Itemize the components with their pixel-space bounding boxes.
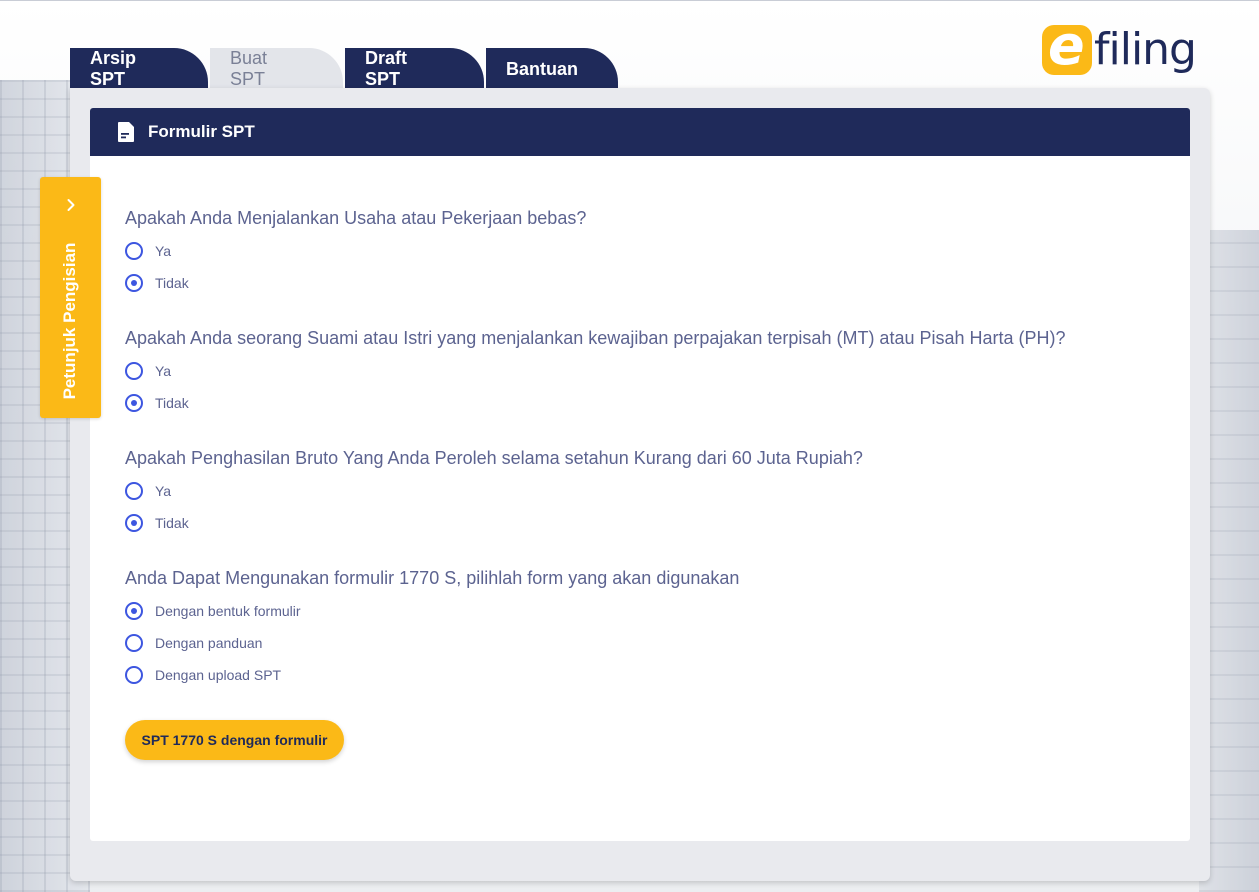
radio-button[interactable] — [125, 362, 143, 380]
tab-buat-spt[interactable]: Buat SPT — [210, 48, 343, 90]
option-label: Tidak — [155, 395, 189, 411]
main-tabs: Arsip SPT Buat SPT Draft SPT Bantuan — [70, 48, 620, 90]
question-3-text: Apakah Penghasilan Bruto Yang Anda Perol… — [125, 448, 863, 468]
form-card: Formulir SPT Apakah Anda Menjalankan Usa… — [90, 108, 1190, 841]
radio-button[interactable] — [125, 666, 143, 684]
radio-button-checked[interactable] — [125, 274, 143, 292]
logo-letter: e — [1048, 14, 1085, 77]
efiling-logo: e filing — [1042, 19, 1197, 80]
option-label: Tidak — [155, 515, 189, 531]
question-1-option-ya[interactable]: Ya — [125, 235, 586, 267]
question-3-option-tidak[interactable]: Tidak — [125, 507, 863, 539]
petunjuk-pengisian-label: Petunjuk Pengisian — [60, 242, 79, 400]
tab-bantuan[interactable]: Bantuan — [486, 48, 618, 90]
radio-button-checked[interactable] — [125, 394, 143, 412]
radio-button[interactable] — [125, 634, 143, 652]
question-4-option-panduan[interactable]: Dengan panduan — [125, 627, 739, 659]
option-label: Tidak — [155, 275, 189, 291]
content-panel: Formulir SPT Apakah Anda Menjalankan Usa… — [70, 88, 1210, 881]
logo-mark: e — [1042, 19, 1092, 75]
question-3: Apakah Penghasilan Bruto Yang Anda Perol… — [125, 447, 863, 539]
question-1-text: Apakah Anda Menjalankan Usaha atau Peker… — [125, 208, 587, 228]
chevron-right-icon — [67, 199, 75, 211]
form-title: Formulir SPT — [148, 122, 255, 141]
option-label: Ya — [155, 243, 172, 259]
question-4: Anda Dapat Mengunakan formulir 1770 S, p… — [125, 567, 739, 691]
option-label: Dengan bentuk formulir — [155, 603, 301, 619]
question-2: Apakah Anda seorang Suami atau Istri yan… — [125, 327, 1066, 419]
option-label: Dengan panduan — [155, 635, 263, 651]
question-4-text: Anda Dapat Mengunakan formulir 1770 S, p… — [125, 568, 740, 588]
radio-button-checked[interactable] — [125, 602, 143, 620]
question-1: Apakah Anda Menjalankan Usaha atau Peker… — [125, 207, 586, 299]
tab-arsip-spt[interactable]: Arsip SPT — [70, 48, 208, 90]
question-4-option-formulir[interactable]: Dengan bentuk formulir — [125, 595, 739, 627]
spt-1770s-formulir-button[interactable]: SPT 1770 S dengan formulir — [125, 720, 344, 760]
question-1-option-tidak[interactable]: Tidak — [125, 267, 586, 299]
petunjuk-pengisian-toggle[interactable]: Petunjuk Pengisian — [40, 177, 101, 418]
logo-word: filing — [1094, 24, 1197, 75]
option-label: Ya — [155, 363, 172, 379]
tab-draft-spt[interactable]: Draft SPT — [345, 48, 484, 90]
question-4-option-upload[interactable]: Dengan upload SPT — [125, 659, 739, 691]
question-2-option-ya[interactable]: Ya — [125, 355, 1066, 387]
radio-button[interactable] — [125, 242, 143, 260]
top-border — [0, 0, 1259, 1]
document-icon — [118, 122, 134, 142]
card-header: Formulir SPT — [90, 108, 1190, 156]
radio-button-checked[interactable] — [125, 514, 143, 532]
question-3-option-ya[interactable]: Ya — [125, 475, 863, 507]
option-label: Ya — [155, 483, 172, 499]
option-label: Dengan upload SPT — [155, 667, 282, 683]
question-2-option-tidak[interactable]: Tidak — [125, 387, 1066, 419]
question-2-text: Apakah Anda seorang Suami atau Istri yan… — [125, 328, 1066, 348]
radio-button[interactable] — [125, 482, 143, 500]
